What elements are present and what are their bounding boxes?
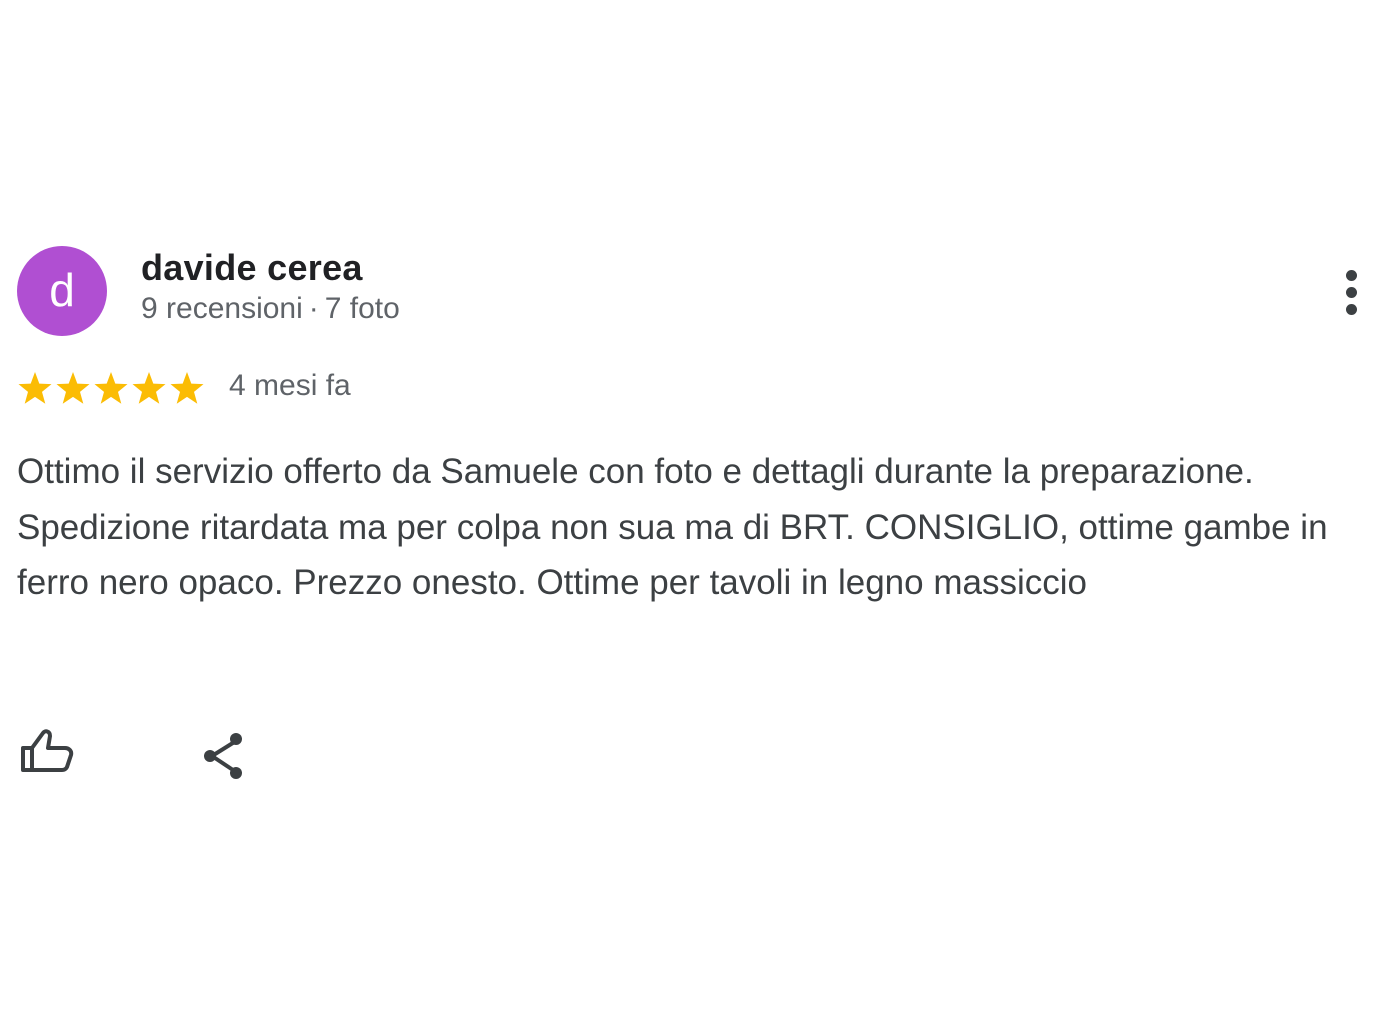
review-text: Ottimo il servizio offerto da Samuele co… bbox=[17, 452, 1328, 602]
like-button[interactable] bbox=[16, 724, 78, 784]
review-time: 4 mesi fa bbox=[229, 369, 351, 402]
star-icon bbox=[132, 372, 166, 404]
star-icon bbox=[94, 372, 128, 404]
star-icon bbox=[170, 372, 204, 404]
share-button[interactable] bbox=[196, 726, 254, 784]
star-icon bbox=[56, 372, 90, 404]
star-rating bbox=[17, 369, 207, 409]
more-options-button[interactable] bbox=[1332, 264, 1372, 322]
star-icon bbox=[18, 372, 52, 404]
author-name[interactable]: davide cerea bbox=[141, 247, 363, 289]
avatar-letter: d bbox=[49, 264, 75, 316]
author-meta: 9 recensioni · 7 foto bbox=[141, 292, 400, 326]
thumb-up-icon bbox=[21, 729, 74, 772]
photos-count: 7 foto bbox=[324, 292, 400, 325]
meta-separator: · bbox=[308, 292, 319, 325]
share-icon bbox=[204, 733, 242, 779]
avatar[interactable]: d bbox=[17, 246, 107, 336]
reviews-count: 9 recensioni bbox=[141, 292, 303, 325]
review-card: d davide cerea 9 recensioni · 7 foto 4 mes… bbox=[0, 0, 1400, 1024]
